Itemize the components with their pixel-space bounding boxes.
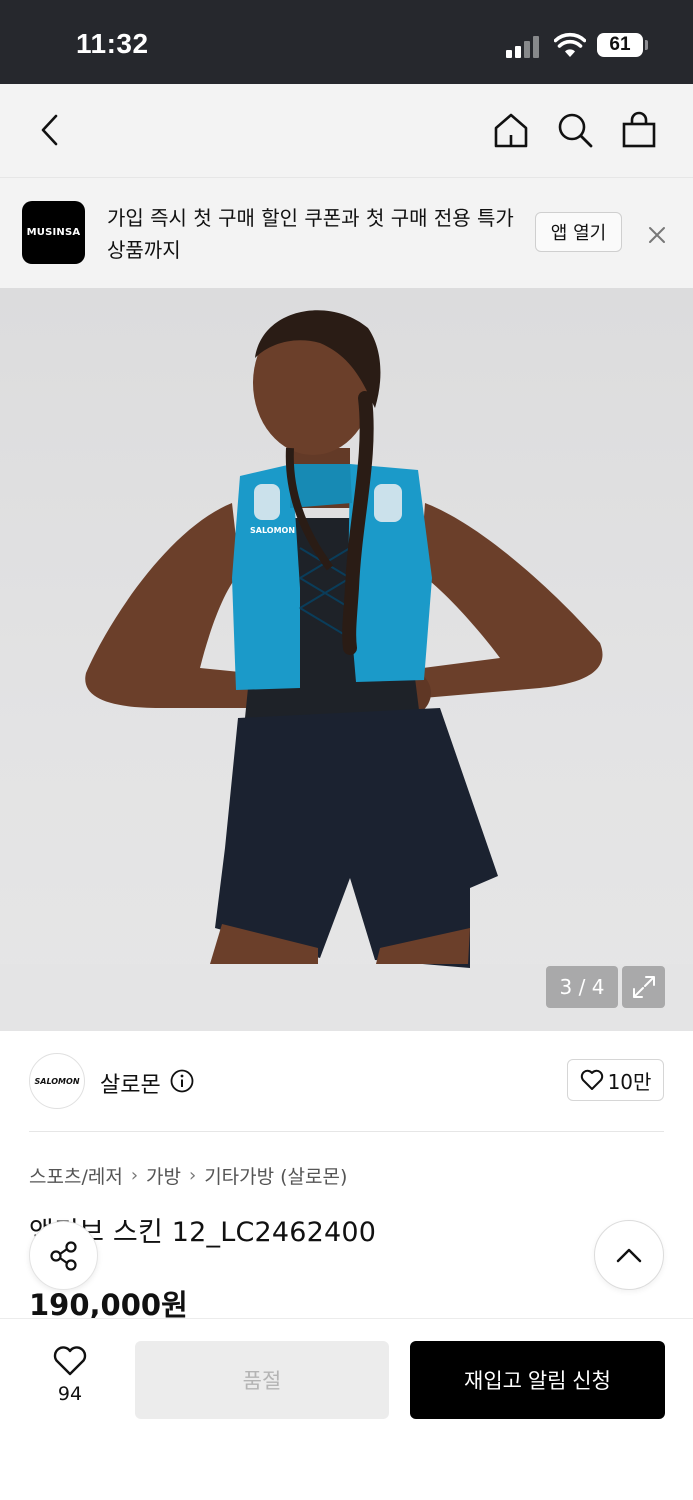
breadcrumb-item-other-bag[interactable]: 기타가방 (살로몬) [204,1162,347,1189]
product-image[interactable]: SALOMON [0,288,693,1031]
musinsa-logo: MUSINSA [22,201,85,264]
share-button[interactable] [29,1221,98,1290]
chevron-left-icon [41,114,58,146]
cellular-signal-icon [506,34,542,58]
search-button[interactable] [553,108,597,152]
brand-info-button[interactable] [170,1069,194,1093]
breadcrumb: 스포츠/레저 › 가방 › 기타가방 (살로몬) [29,1162,347,1189]
chevron-up-icon [616,1248,642,1263]
top-navigation [0,84,693,178]
battery-cap [645,40,648,50]
brand-like-count: 10만 [607,1069,652,1094]
close-icon [649,227,665,243]
wishlist-button[interactable]: 94 [40,1345,100,1405]
info-icon [170,1069,194,1093]
sold-out-button: 품절 [135,1341,389,1419]
breadcrumb-item-sports[interactable]: 스포츠/레저 [29,1162,123,1189]
product-photo-illustration [0,310,693,1031]
back-button[interactable] [28,108,72,152]
app-promo-banner: MUSINSA 가입 즉시 첫 구매 할인 쿠폰과 첫 구매 전용 특가 상품까… [0,178,693,288]
promo-message: 가입 즉시 첫 구매 할인 쿠폰과 첫 구매 전용 특가 상품까지 [107,206,514,262]
scroll-top-button[interactable] [594,1220,664,1290]
divider [29,1131,664,1132]
expand-image-button[interactable] [622,966,665,1008]
brand-like-button[interactable]: 10만 [567,1059,664,1101]
expand-icon [632,976,655,998]
heart-icon [580,1069,603,1090]
restock-alert-button[interactable]: 재입고 알림 신청 [410,1341,665,1419]
home-icon [494,113,528,148]
open-app-button[interactable]: 앱 열기 [535,212,622,252]
status-time: 11:32 [76,28,149,59]
heart-icon [53,1346,87,1376]
close-banner-button[interactable] [644,222,670,248]
status-bar: 11:32 61 [0,0,693,84]
breadcrumb-item-bag[interactable]: 가방 [146,1162,181,1189]
brand-row: SALOMON 살로몬 10만 [0,1031,693,1133]
chevron-right-icon: › [188,1165,197,1186]
wishlist-count: 94 [57,1383,83,1405]
chevron-right-icon: › [130,1165,139,1186]
brand-name[interactable]: 살로몬 [100,1067,161,1099]
vest-brand-print: SALOMON [250,526,296,535]
share-icon [49,1240,77,1271]
search-icon [558,113,593,148]
image-counter: 3 / 4 [546,966,618,1008]
home-button[interactable] [489,108,533,152]
brand-logo[interactable]: SALOMON [29,1053,85,1109]
shopping-bag-icon [622,111,656,148]
battery-indicator: 61 [597,33,643,57]
wifi-icon [553,32,587,58]
cart-button[interactable] [617,108,661,152]
bottom-action-bar: 94 품절 재입고 알림 신청 [0,1318,693,1500]
